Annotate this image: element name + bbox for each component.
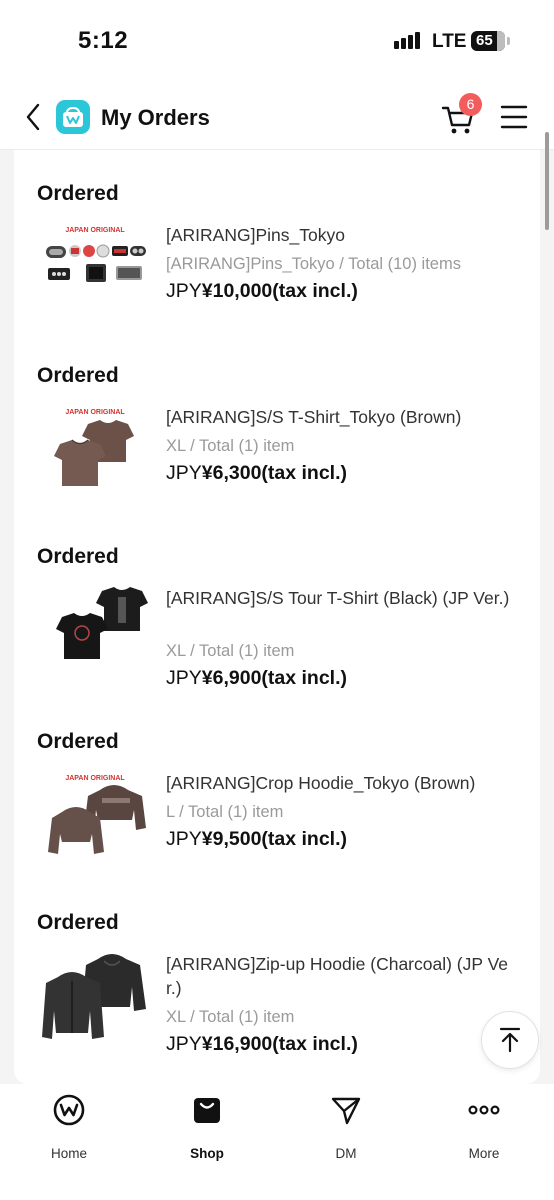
price-value: ¥6,900(tax incl.) — [201, 667, 348, 689]
cart-count-badge: 6 — [459, 93, 482, 116]
weverse-home-icon — [53, 1094, 85, 1126]
product-price: JPY¥6,900(tax incl.) — [166, 667, 347, 690]
shop-bag-icon — [194, 1098, 220, 1123]
network-type: LTE — [432, 31, 467, 52]
product-option: XL / Total (1) item — [166, 1008, 295, 1026]
page-title: My Orders — [101, 105, 210, 130]
nav-label: Shop — [190, 1146, 224, 1161]
order-item[interactable]: [ARIRANG]Zip-up Hoodie (Charcoal) (JP Ve… — [14, 947, 540, 1057]
signal-icon — [394, 32, 420, 49]
order-status: Ordered — [37, 911, 119, 934]
battery-level: 65 — [476, 32, 493, 49]
price-currency: JPY — [166, 1033, 202, 1055]
thumb-label: JAPAN ORIGINAL — [65, 227, 125, 234]
order-status: Ordered — [37, 730, 119, 753]
orders-card: Ordered JAPAN ORIGINAL [ARIRANG]Pins_Tok… — [14, 150, 540, 1084]
product-option: XL / Total (1) item — [166, 437, 295, 455]
thumb-label: JAPAN ORIGINAL — [65, 775, 125, 782]
menu-button[interactable] — [500, 103, 528, 131]
price-value: ¥9,500(tax incl.) — [201, 828, 348, 850]
product-option: L / Total (1) item — [166, 803, 284, 821]
product-price: JPY¥9,500(tax incl.) — [166, 828, 347, 851]
nav-label: More — [468, 1146, 500, 1161]
nav-item-dm[interactable]: DM — [296, 1094, 396, 1164]
orders-scroll-area[interactable]: Ordered JAPAN ORIGINAL [ARIRANG]Pins_Tok… — [0, 150, 554, 1084]
product-thumbnail-hoodie-brown: JAPAN ORIGINAL — [48, 775, 146, 854]
product-option: [ARIRANG]Pins_Tokyo / Total (10) items — [166, 255, 461, 273]
product-price: JPY¥16,900(tax incl.) — [166, 1033, 358, 1056]
status-time: 5:12 — [78, 27, 129, 54]
dm-send-icon — [331, 1097, 361, 1125]
price-currency: JPY — [166, 667, 202, 689]
battery-icon: 65 — [471, 31, 505, 51]
product-name: [ARIRANG]S/S Tour T-Shirt (Black) (JP Ve… — [166, 588, 510, 608]
price-value: ¥16,900(tax incl.) — [201, 1033, 358, 1055]
product-name: [ARIRANG]Pins_Tokyo — [166, 225, 345, 245]
product-thumbnail-tshirt-brown: JAPAN ORIGINAL — [54, 409, 134, 486]
back-button[interactable] — [16, 100, 50, 134]
price-currency: JPY — [166, 280, 202, 302]
battery-tip — [507, 37, 510, 45]
order-status: Ordered — [37, 364, 119, 387]
scrollbar-thumb[interactable] — [545, 132, 549, 230]
product-price: JPY¥10,000(tax incl.) — [166, 280, 358, 303]
product-thumbnail-hoodie-charcoal — [42, 954, 146, 1039]
chevron-left-icon — [26, 103, 40, 131]
price-value: ¥10,000(tax incl.) — [201, 280, 358, 302]
arrow-up-to-top-icon — [499, 1027, 521, 1053]
nav-item-more[interactable]: More — [434, 1094, 534, 1164]
nav-item-shop[interactable]: Shop — [157, 1094, 257, 1164]
order-status: Ordered — [37, 545, 119, 568]
shop-logo-icon — [56, 100, 90, 134]
price-currency: JPY — [166, 462, 202, 484]
order-item[interactable]: JAPAN ORIGINAL [ARIRANG]Pins_Tokyo [ARIR… — [14, 218, 540, 328]
my-orders-screen: 5:12 LTE 65 My Orders 6 Ordered JAPAN OR… — [0, 0, 554, 1200]
product-thumbnail-tshirt-black — [56, 587, 148, 659]
nav-label: DM — [335, 1146, 357, 1161]
hamburger-menu-icon — [500, 105, 528, 129]
nav-item-home[interactable]: Home — [19, 1094, 119, 1164]
price-currency: JPY — [166, 828, 202, 850]
order-status: Ordered — [37, 182, 119, 205]
product-option: XL / Total (1) item — [166, 642, 295, 660]
product-name: [ARIRANG]S/S T-Shirt_Tokyo (Brown) — [166, 407, 462, 427]
order-item[interactable]: JAPAN ORIGINAL [ARIRANG]S/S T-Shirt_Toky… — [14, 400, 540, 510]
price-value: ¥6,300(tax incl.) — [201, 462, 348, 484]
order-item[interactable]: [ARIRANG]S/S Tour T-Shirt (Black) (JP Ve… — [14, 581, 540, 691]
bottom-nav: Home Shop DM More — [0, 1084, 554, 1200]
order-item[interactable]: JAPAN ORIGINAL [ARIRANG]Crop Hoodie_Toky… — [14, 766, 540, 876]
product-price: JPY¥6,300(tax incl.) — [166, 462, 347, 485]
app-header: My Orders 6 — [0, 84, 554, 150]
product-name: [ARIRANG]Crop Hoodie_Tokyo (Brown) — [166, 773, 476, 793]
scroll-to-top-button[interactable] — [481, 1011, 539, 1069]
product-name: [ARIRANG]Zip-up Hoodie (Charcoal) (JP Ve… — [166, 954, 509, 998]
nav-label: Home — [50, 1146, 87, 1161]
thumb-label: JAPAN ORIGINAL — [65, 409, 125, 416]
status-bar: 5:12 LTE 65 — [0, 0, 554, 84]
more-dots-icon — [468, 1105, 500, 1115]
product-thumbnail-pins: JAPAN ORIGINAL — [46, 227, 146, 282]
